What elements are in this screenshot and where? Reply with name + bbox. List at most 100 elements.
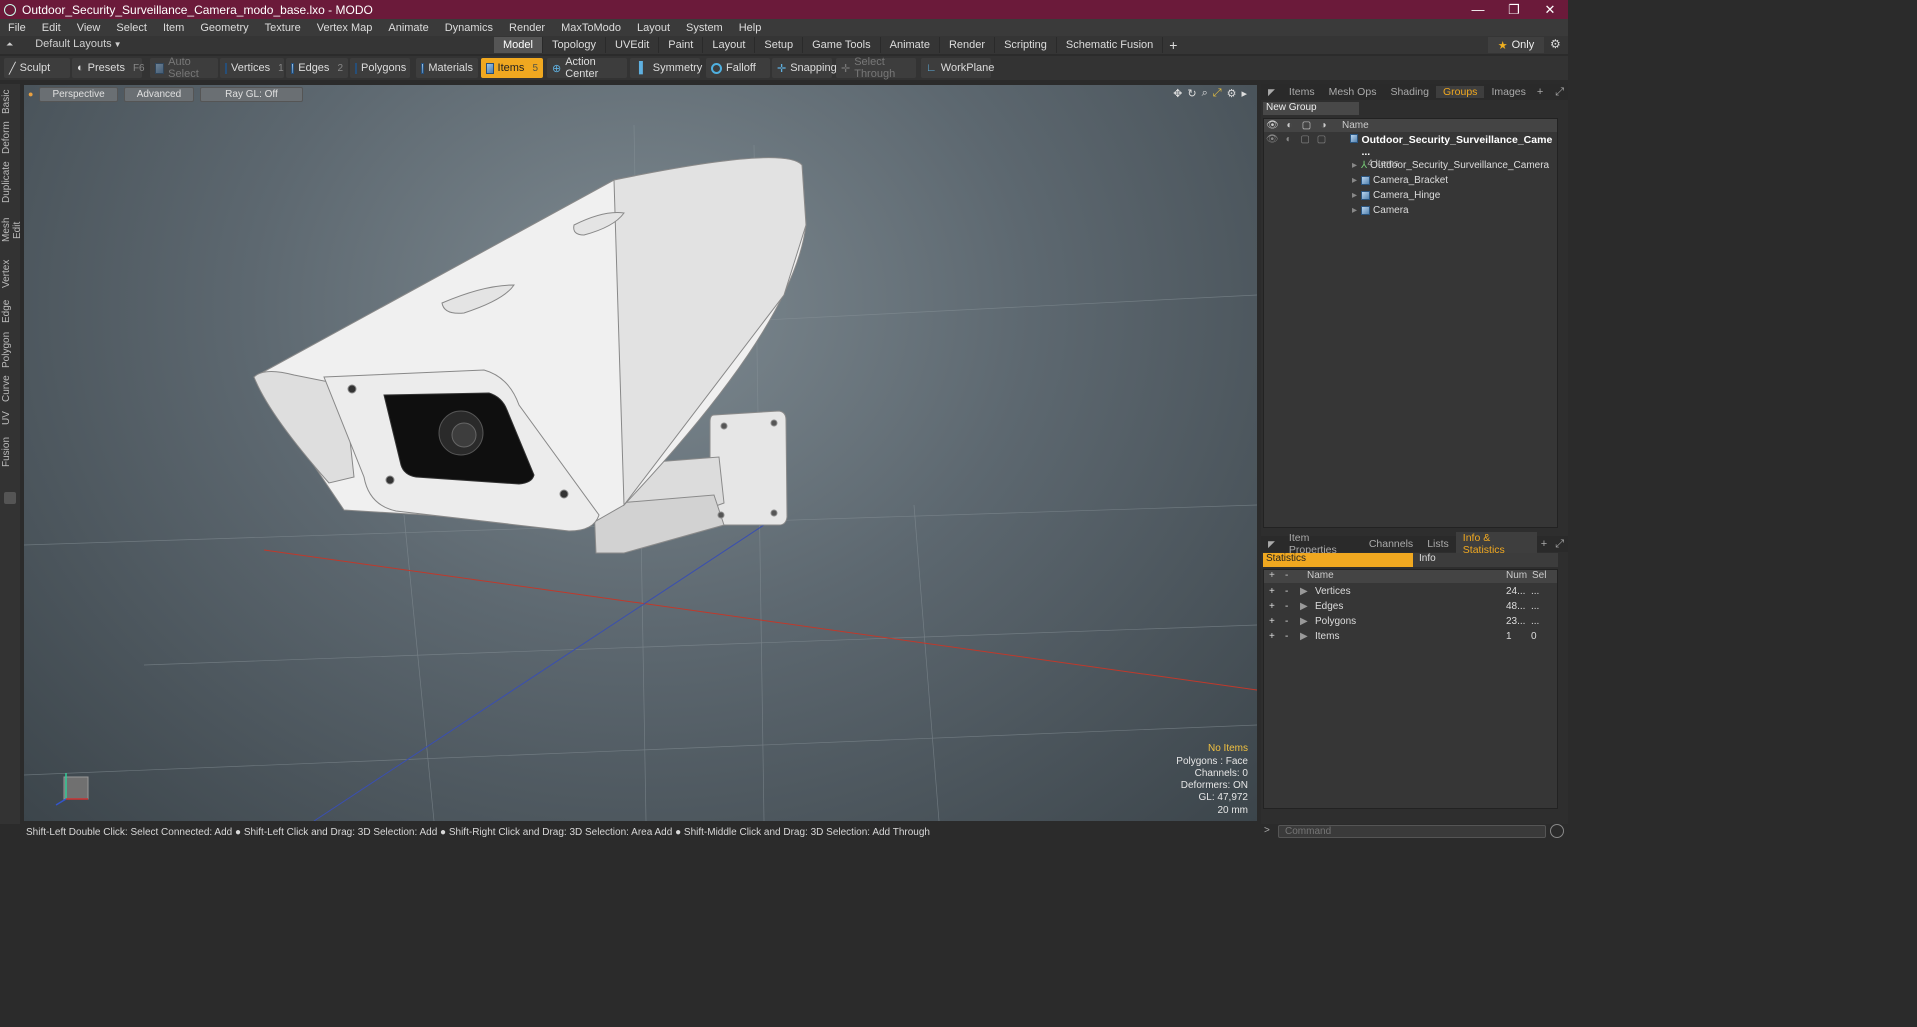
- default-layouts-dropdown[interactable]: ⏶ Default Layouts ▼: [6, 38, 122, 50]
- perspective-dropdown[interactable]: Perspective: [39, 87, 118, 102]
- tab-game-tools[interactable]: Game Tools: [803, 37, 881, 53]
- expand-arrow-icon[interactable]: ▶: [1300, 586, 1308, 597]
- panel-menu-icon[interactable]: ◤: [1261, 87, 1282, 98]
- add-plus-icon[interactable]: +: [1269, 586, 1275, 597]
- only-toggle-button[interactable]: ★ Only: [1488, 37, 1544, 53]
- left-tab-fusion[interactable]: Fusion: [1, 434, 19, 470]
- items-button[interactable]: Items 5: [481, 58, 543, 78]
- vertices-button[interactable]: Vertices 1: [220, 58, 284, 78]
- stats-row-edges[interactable]: + - ▶ Edges 48... ...: [1264, 600, 1557, 615]
- stats-row-polygons[interactable]: + - ▶ Polygons 23... ...: [1264, 615, 1557, 630]
- fit-view-icon[interactable]: ⤢: [1213, 87, 1222, 100]
- tab-images[interactable]: Images: [1484, 86, 1532, 98]
- tab-setup[interactable]: Setup: [755, 37, 804, 53]
- tab-layout[interactable]: Layout: [703, 37, 756, 53]
- add-plus-icon[interactable]: +: [1269, 616, 1275, 627]
- tab-shading[interactable]: Shading: [1383, 86, 1436, 98]
- remove-minus-icon[interactable]: -: [1285, 631, 1288, 642]
- tab-model[interactable]: Model: [494, 37, 543, 53]
- 3d-viewport[interactable]: ● Perspective Advanced Ray GL: Off ✥ ↻ ⌕…: [24, 85, 1257, 821]
- collapse-all-minus-icon[interactable]: -: [1285, 570, 1288, 581]
- move-view-icon[interactable]: ✥: [1173, 87, 1182, 100]
- add-plus-icon[interactable]: +: [1269, 601, 1275, 612]
- menu-edit[interactable]: Edit: [34, 22, 69, 34]
- falloff-button[interactable]: Falloff: [706, 58, 770, 78]
- sculpt-button[interactable]: ╱ Sculpt: [4, 58, 70, 78]
- raygl-toggle[interactable]: Ray GL: Off: [200, 87, 303, 102]
- menu-texture[interactable]: Texture: [257, 22, 309, 34]
- stats-row-items[interactable]: + - ▶ Items 1 0: [1264, 630, 1557, 645]
- group-root-row[interactable]: 👁 ◐ ▢ ▢ Outdoor_Security_Surveillance_Ca…: [1264, 134, 1557, 169]
- group-child-row[interactable]: ▸ ⅄ Outdoor_Security_Surveillance_Camera: [1264, 158, 1557, 173]
- menu-maxtomodo[interactable]: MaxToModo: [553, 22, 629, 34]
- panel-toggle-icon[interactable]: [4, 492, 16, 504]
- expand-arrow-icon[interactable]: ▶: [1300, 631, 1308, 642]
- row-eye-icon[interactable]: 👁: [1264, 134, 1280, 145]
- remove-minus-icon[interactable]: -: [1285, 586, 1288, 597]
- tab-uvedit[interactable]: UVEdit: [606, 37, 660, 53]
- statistics-subtab[interactable]: Statistics: [1263, 553, 1413, 567]
- left-tab-polygon[interactable]: Polygon: [1, 330, 19, 370]
- materials-button[interactable]: Materials: [416, 58, 478, 78]
- gear-icon[interactable]: ⚙: [1550, 37, 1561, 51]
- left-tab-mesh-edit[interactable]: Mesh Edit: [1, 208, 23, 252]
- expand-arrow-icon[interactable]: ▶: [1300, 601, 1308, 612]
- tab-channels[interactable]: Channels: [1362, 538, 1420, 550]
- workplane-button[interactable]: ∟ WorkPlane: [921, 58, 994, 78]
- group-child-row[interactable]: ▸ Camera_Bracket: [1264, 173, 1557, 188]
- menu-view[interactable]: View: [69, 22, 109, 34]
- left-tab-edge[interactable]: Edge: [1, 296, 19, 326]
- auto-select-button[interactable]: Auto Select: [150, 56, 218, 80]
- row-select-checkbox[interactable]: ▢: [1313, 134, 1329, 145]
- menu-item[interactable]: Item: [155, 22, 192, 34]
- left-tab-curve[interactable]: Curve: [1, 374, 19, 404]
- shading-dropdown[interactable]: Advanced: [123, 87, 195, 102]
- viewport-menu-dot[interactable]: ●: [28, 87, 33, 102]
- group-child-row[interactable]: ▸ Camera: [1264, 203, 1557, 218]
- tab-render[interactable]: Render: [940, 37, 996, 53]
- expand-icon[interactable]: ⏶: [6, 39, 13, 50]
- menu-select[interactable]: Select: [108, 22, 155, 34]
- panel-maximize-icon[interactable]: ⤢: [1551, 538, 1568, 551]
- presets-button[interactable]: ◐ Presets F6: [72, 58, 145, 78]
- expand-arrow-icon[interactable]: ▶: [1300, 616, 1308, 627]
- left-tab-basic[interactable]: Basic: [1, 88, 19, 116]
- group-child-row[interactable]: ▸ Camera_Hinge: [1264, 188, 1557, 203]
- row-lock-checkbox[interactable]: ▢: [1297, 134, 1313, 145]
- command-input[interactable]: [1278, 825, 1546, 838]
- viewport-expand-arrow-icon[interactable]: ▸: [1241, 87, 1247, 100]
- add-tab-plus-icon[interactable]: +: [1537, 538, 1551, 550]
- tree-expand-icon[interactable]: ▸: [1352, 205, 1357, 216]
- edges-button[interactable]: Edges 2: [286, 58, 348, 78]
- menu-vertex-map[interactable]: Vertex Map: [309, 22, 381, 34]
- tree-expand-icon[interactable]: ▸: [1352, 160, 1357, 171]
- restore-button[interactable]: ❐: [1496, 2, 1532, 18]
- menu-animate[interactable]: Animate: [380, 22, 436, 34]
- polygons-button[interactable]: Polygons: [350, 58, 410, 78]
- row-render-icon[interactable]: ◐: [1280, 134, 1296, 145]
- left-tab-duplicate[interactable]: Duplicate: [1, 160, 19, 204]
- tree-expand-icon[interactable]: ▸: [1352, 175, 1357, 186]
- tab-topology[interactable]: Topology: [543, 37, 607, 53]
- add-plus-icon[interactable]: +: [1269, 631, 1275, 642]
- menu-render[interactable]: Render: [501, 22, 553, 34]
- menu-dynamics[interactable]: Dynamics: [437, 22, 501, 34]
- menu-file[interactable]: File: [0, 22, 34, 34]
- add-tab-plus-icon[interactable]: +: [1533, 86, 1547, 98]
- tab-lists[interactable]: Lists: [1420, 538, 1456, 550]
- add-tab-plus-icon[interactable]: +: [1163, 37, 1183, 53]
- minimize-button[interactable]: —: [1460, 2, 1496, 18]
- menu-geometry[interactable]: Geometry: [192, 22, 256, 34]
- new-group-button[interactable]: New Group: [1263, 102, 1359, 115]
- tab-scripting[interactable]: Scripting: [995, 37, 1057, 53]
- tab-items[interactable]: Items: [1282, 86, 1322, 98]
- tab-mesh-ops[interactable]: Mesh Ops: [1322, 86, 1384, 98]
- action-center-button[interactable]: ⊕ Action Center: [547, 56, 627, 80]
- select-through-button[interactable]: ✛ Select Through: [836, 56, 916, 80]
- snapping-button[interactable]: ✛ Snapping: [772, 58, 837, 78]
- viewport-settings-gear-icon[interactable]: ⚙: [1227, 87, 1237, 100]
- tree-expand-icon[interactable]: ▸: [1352, 190, 1357, 201]
- menu-system[interactable]: System: [678, 22, 731, 34]
- tab-animate[interactable]: Animate: [881, 37, 940, 53]
- menu-help[interactable]: Help: [731, 22, 770, 34]
